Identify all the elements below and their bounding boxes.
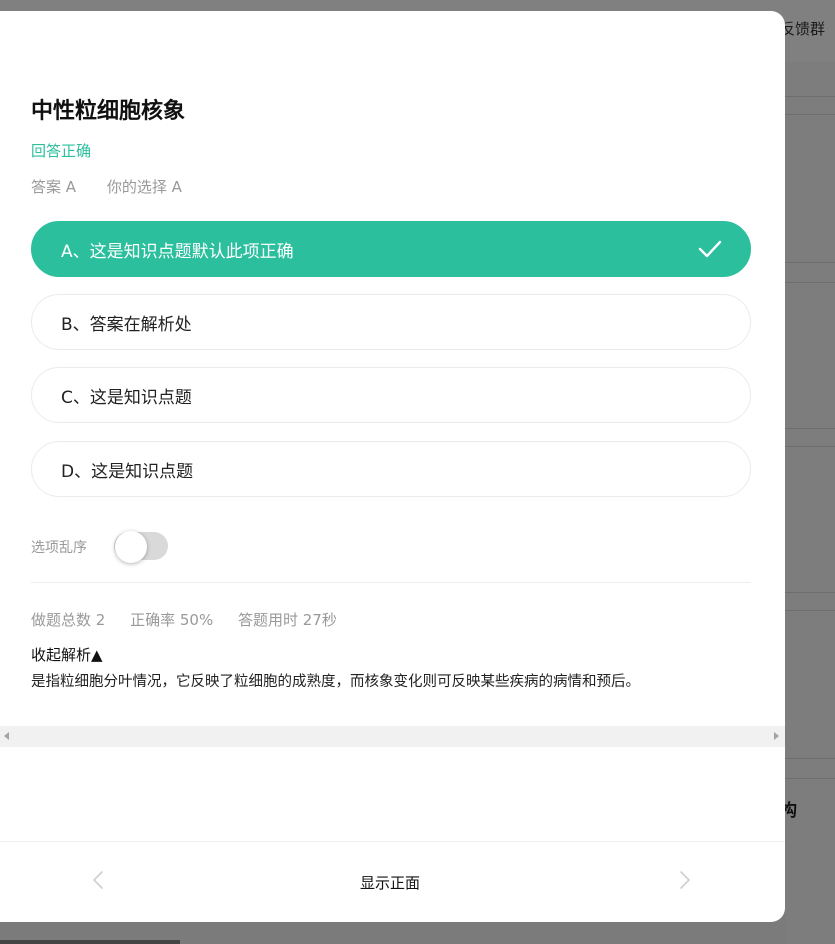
horizontal-scrollbar[interactable] xyxy=(0,726,785,747)
background-divider xyxy=(785,282,835,283)
divider xyxy=(31,582,751,583)
answer-result: 回答正确 xyxy=(31,142,92,160)
stats-row: 做题总数 2 正确率 50% 答题用时 27秒 xyxy=(31,609,357,630)
chevron-left-icon[interactable] xyxy=(89,869,107,891)
answer-time: 答题用时 27秒 xyxy=(237,611,337,629)
option-c[interactable]: C、这是知识点题 xyxy=(31,367,751,423)
option-d[interactable]: D、这是知识点题 xyxy=(31,441,751,497)
background-divider xyxy=(785,758,835,759)
background-divider xyxy=(785,778,835,779)
scroll-right-arrow-icon[interactable] xyxy=(774,732,779,740)
option-label: C、这是知识点题 xyxy=(61,387,192,408)
option-b[interactable]: B、答案在解析处 xyxy=(31,294,751,350)
background-divider xyxy=(785,610,835,611)
scroll-left-arrow-icon[interactable] xyxy=(4,732,9,740)
question-card-modal: 中性粒细胞核象 回答正确 答案 A 你的选择 A A、这是知识点题默认此项正确 … xyxy=(0,11,785,922)
background-divider xyxy=(785,428,835,429)
option-label: B、答案在解析处 xyxy=(61,314,192,335)
collapse-analysis-button[interactable]: 收起解析▲ xyxy=(31,644,103,665)
toggle-knob xyxy=(115,531,147,563)
shuffle-toggle[interactable] xyxy=(114,531,168,563)
your-choice: 你的选择 A xyxy=(106,178,182,196)
option-label: A、这是知识点题默认此项正确 xyxy=(61,241,294,262)
footer-divider xyxy=(0,841,785,842)
background-divider xyxy=(785,592,835,593)
background-divider xyxy=(785,446,835,447)
background-divider xyxy=(785,114,835,115)
shuffle-label: 选项乱序 xyxy=(31,540,87,556)
background-divider xyxy=(785,96,835,97)
answer-info-row: 答案 A 你的选择 A xyxy=(31,176,208,197)
analysis-text: 是指粒细胞分叶情况，它反映了粒细胞的成熟度，而核象变化则可反映某些疾病的病情和预… xyxy=(31,674,640,690)
check-icon xyxy=(698,240,722,258)
background-divider xyxy=(785,262,835,263)
chevron-right-icon[interactable] xyxy=(676,869,694,891)
background-bottom-bar xyxy=(0,940,180,944)
total-count: 做题总数 2 xyxy=(31,611,106,629)
card-title: 中性粒细胞核象 xyxy=(31,99,186,124)
option-a[interactable]: A、这是知识点题默认此项正确 xyxy=(31,221,751,277)
show-front-button[interactable]: 显示正面 xyxy=(360,872,420,893)
feedback-group-link[interactable]: 反馈群 xyxy=(780,18,825,39)
accuracy-rate: 正确率 50% xyxy=(130,611,214,629)
option-label: D、这是知识点题 xyxy=(61,461,194,482)
correct-answer: 答案 A xyxy=(31,178,77,196)
